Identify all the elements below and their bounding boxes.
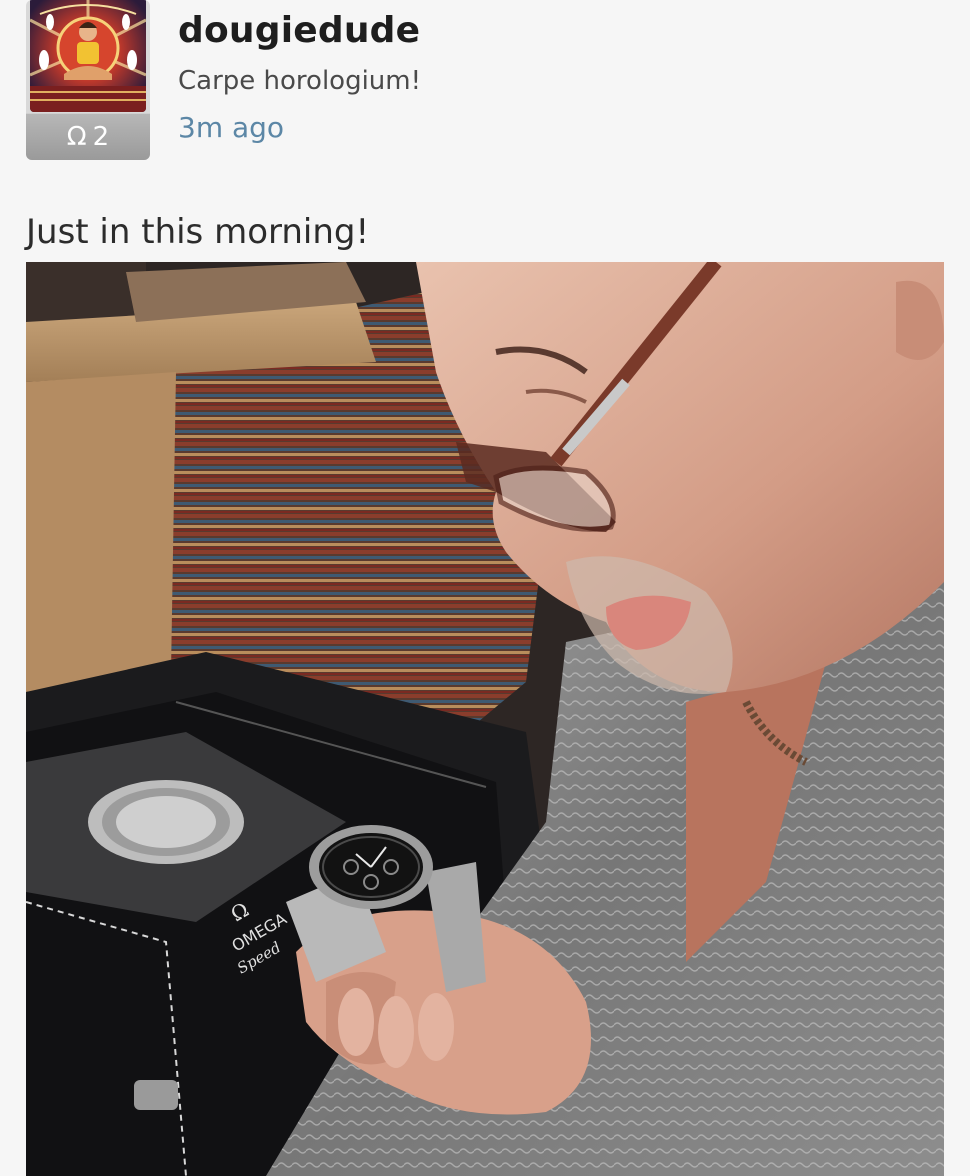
avatar-image [30, 0, 146, 112]
badge-count: 2 [92, 122, 110, 152]
post-timestamp[interactable]: 3m ago [178, 111, 284, 144]
post-view: Ω 2 dougiedude Carpe horologium! 3m ago … [0, 0, 970, 1176]
post-photo[interactable]: Ω OMEGA Speed [26, 262, 944, 1176]
author-username[interactable]: dougiedude [178, 10, 420, 51]
avatar[interactable]: Ω 2 [26, 0, 150, 160]
post-body-text: Just in this morning! [26, 212, 370, 252]
omega-icon: Ω [66, 122, 87, 152]
author-title: Carpe horologium! [178, 66, 422, 96]
reputation-badge: Ω 2 [26, 113, 150, 160]
